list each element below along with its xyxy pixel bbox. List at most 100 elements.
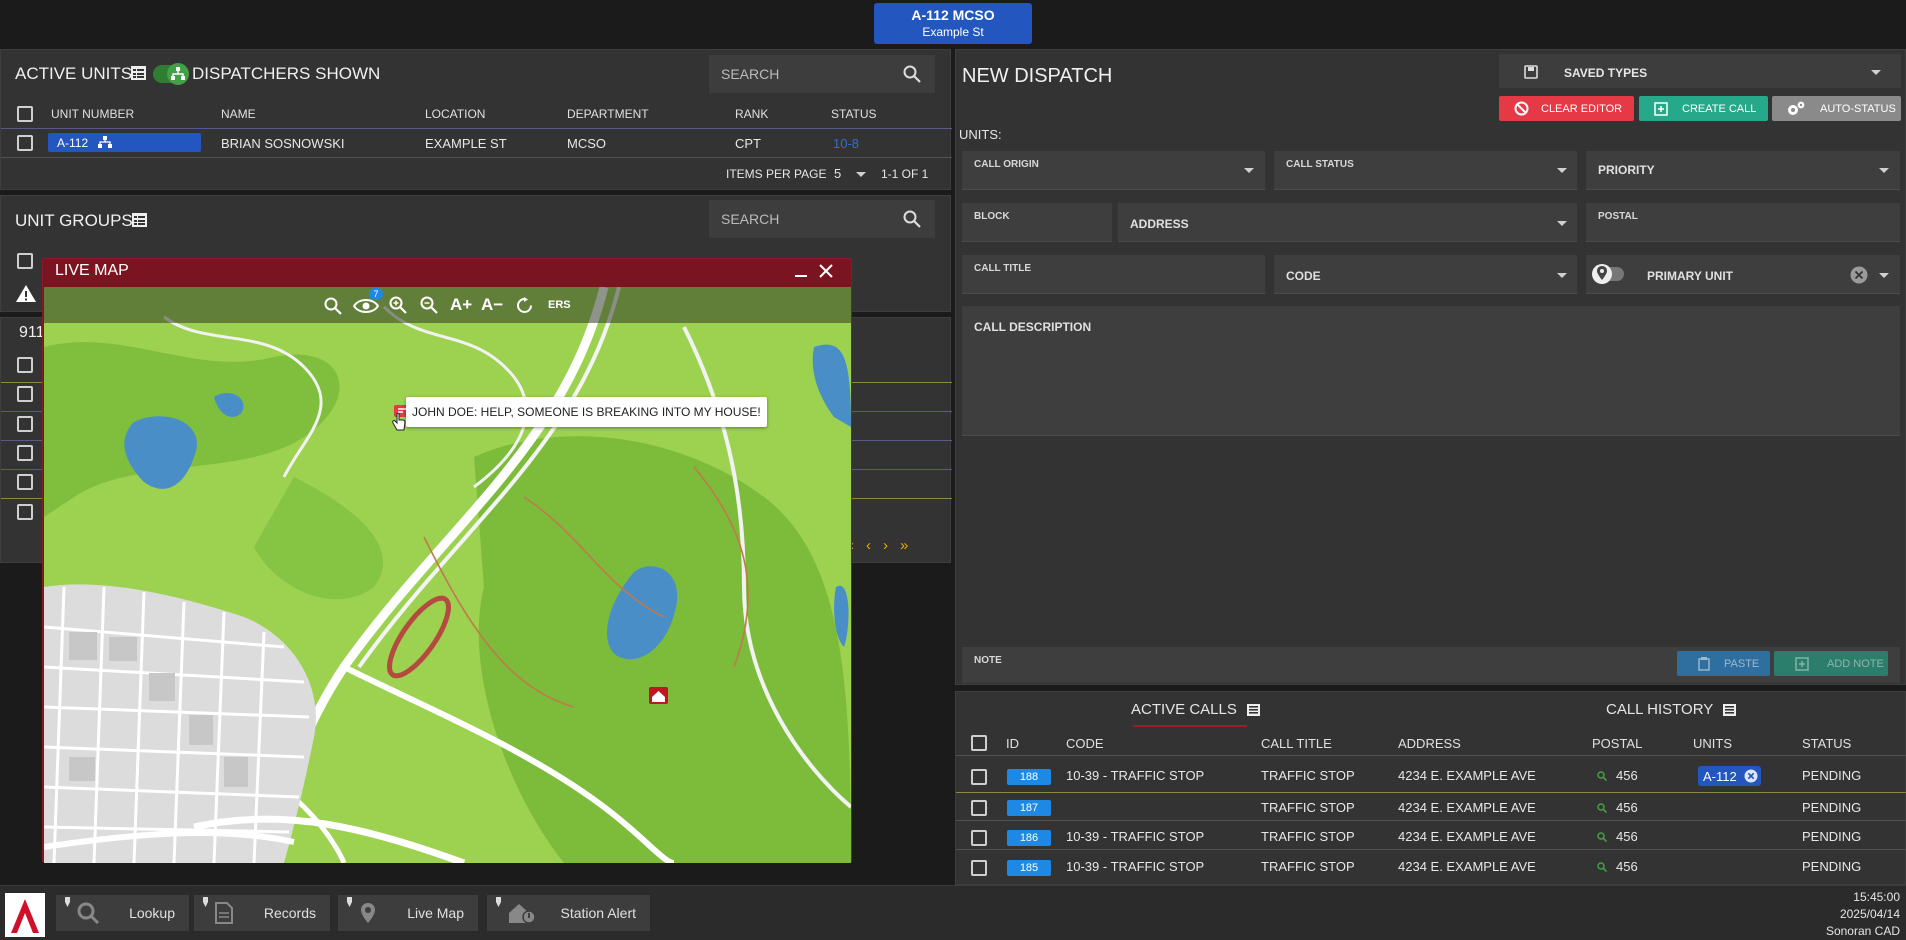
call-popup[interactable]: JOHN DOE: HELP, SOMEONE IS BREAKING INTO… xyxy=(406,397,767,427)
call-origin-select[interactable]: CALL ORIGIN xyxy=(962,151,1265,190)
unit-status[interactable]: 10-8 xyxy=(833,136,859,151)
unit-chip[interactable]: A-112 xyxy=(48,133,201,152)
search-icon[interactable] xyxy=(1597,771,1607,781)
row-checkbox[interactable] xyxy=(17,474,33,490)
search-icon[interactable] xyxy=(903,210,921,228)
search-icon[interactable] xyxy=(903,65,921,83)
col-name[interactable]: NAME xyxy=(221,107,256,121)
row-checkbox[interactable] xyxy=(17,386,33,402)
row-checkbox[interactable] xyxy=(971,830,987,846)
clear-editor-button[interactable]: CLEAR EDITOR xyxy=(1499,96,1634,121)
search-icon[interactable] xyxy=(324,297,342,315)
ers-label[interactable]: ERS xyxy=(548,299,571,311)
taskbar-station-alert[interactable]: Station Alert xyxy=(487,895,650,931)
col-id[interactable]: ID xyxy=(1006,736,1019,751)
dispatchers-toggle[interactable] xyxy=(153,63,189,85)
map-terrain[interactable] xyxy=(44,287,851,863)
row-checkbox[interactable] xyxy=(17,416,33,432)
add-note-button[interactable]: ADD NOTE xyxy=(1774,651,1888,676)
paste-button[interactable]: PASTE xyxy=(1677,651,1770,676)
code-select[interactable]: CODE xyxy=(1274,255,1577,294)
call-id-badge[interactable]: 185 xyxy=(1007,860,1051,876)
close-icon[interactable] xyxy=(819,264,833,278)
font-increase-icon[interactable]: A+ xyxy=(450,295,472,315)
row-checkbox[interactable] xyxy=(971,800,987,816)
row-checkbox[interactable] xyxy=(17,357,33,373)
block-input[interactable]: BLOCK xyxy=(962,203,1112,242)
search-icon[interactable] xyxy=(1597,803,1607,813)
row-checkbox[interactable] xyxy=(971,769,987,785)
col-code[interactable]: CODE xyxy=(1066,736,1104,751)
select-all-checkbox[interactable] xyxy=(17,106,33,122)
col-department[interactable]: DEPARTMENT xyxy=(567,107,649,121)
chevron-down-icon[interactable] xyxy=(856,172,866,177)
saved-types-label: SAVED TYPES xyxy=(1564,66,1648,80)
map-canvas[interactable]: 7 A+ A− ERS JOHN DOE: HELP, SOMEONE IS B… xyxy=(44,287,851,863)
col-unit-number[interactable]: UNIT NUMBER xyxy=(51,107,134,121)
address-select[interactable]: ADDRESS xyxy=(1118,203,1577,242)
col-units[interactable]: UNITS xyxy=(1693,736,1732,751)
tab-active-calls[interactable]: ACTIVE CALLS xyxy=(1131,701,1261,718)
unit-chip[interactable]: A-112 xyxy=(1698,766,1761,786)
row-checkbox[interactable] xyxy=(17,445,33,461)
saved-types-select[interactable]: SAVED TYPES xyxy=(1499,54,1901,88)
items-per-page-select[interactable]: 5 xyxy=(834,166,841,181)
tab-call-history[interactable]: CALL HISTORY xyxy=(1606,701,1737,718)
search-icon[interactable] xyxy=(1597,862,1607,872)
col-postal[interactable]: POSTAL xyxy=(1592,736,1642,751)
search-placeholder: SEARCH xyxy=(721,66,780,82)
call-status: PENDING xyxy=(1802,800,1862,815)
primary-unit-select[interactable]: PRIMARY UNIT xyxy=(1586,255,1900,294)
sonoran-logo-icon[interactable] xyxy=(5,893,45,937)
auto-status-button[interactable]: AUTO-STATUS xyxy=(1772,96,1901,121)
select-all-checkbox[interactable] xyxy=(971,735,987,751)
row-checkbox[interactable] xyxy=(971,860,987,876)
active-units-search[interactable]: SEARCH xyxy=(709,55,935,93)
station-alert-icon xyxy=(509,904,536,924)
pin-icon[interactable] xyxy=(64,897,71,907)
live-map-window[interactable]: LIVE MAP 7 A+ A− ERS JOHN DOE: HELP, SOM… xyxy=(42,258,852,863)
call-id-badge[interactable]: 188 xyxy=(1007,769,1051,785)
row-checkbox[interactable] xyxy=(17,504,33,520)
col-address[interactable]: ADDRESS xyxy=(1398,736,1461,751)
zoom-in-icon[interactable] xyxy=(389,296,407,314)
pagination-controls[interactable]: ‹‹›» xyxy=(849,537,920,554)
call-status-select[interactable]: CALL STATUS xyxy=(1274,151,1577,190)
col-status[interactable]: STATUS xyxy=(1802,736,1851,751)
close-icon[interactable] xyxy=(1744,769,1758,783)
postal-input[interactable]: POSTAL xyxy=(1586,203,1900,242)
col-status[interactable]: STATUS xyxy=(831,107,877,121)
app-name: Sonoran CAD xyxy=(1825,924,1900,938)
list-icon[interactable] xyxy=(132,213,147,227)
unit-groups-search[interactable]: SEARCH xyxy=(709,200,935,238)
row-checkbox[interactable] xyxy=(17,135,33,151)
current-unit-badge[interactable]: A-112 MCSO Example St xyxy=(874,3,1032,44)
col-call-title[interactable]: CALL TITLE xyxy=(1261,736,1332,751)
call-id-badge[interactable]: 186 xyxy=(1007,830,1051,846)
taskbar-lookup[interactable]: Lookup xyxy=(56,895,189,931)
zoom-out-icon[interactable] xyxy=(420,296,438,314)
col-location[interactable]: LOCATION xyxy=(425,107,485,121)
list-icon[interactable] xyxy=(131,66,146,80)
font-decrease-icon[interactable]: A− xyxy=(481,295,503,315)
unit-number: A-112 xyxy=(57,136,89,150)
search-icon[interactable] xyxy=(1597,832,1607,842)
unit-department: MCSO xyxy=(567,136,606,151)
col-rank[interactable]: RANK xyxy=(735,107,768,121)
select-all-checkbox[interactable] xyxy=(17,253,33,269)
create-call-button[interactable]: CREATE CALL xyxy=(1639,96,1768,121)
pin-icon[interactable] xyxy=(202,897,209,907)
taskbar-records[interactable]: Records xyxy=(194,895,330,931)
taskbar-live-map[interactable]: Live Map xyxy=(338,895,478,931)
priority-select[interactable]: PRIORITY xyxy=(1586,151,1900,190)
clear-icon[interactable] xyxy=(1850,266,1868,284)
pin-icon[interactable] xyxy=(495,897,502,907)
calls-911-title: 911 xyxy=(19,324,45,341)
call-description-textarea[interactable]: CALL DESCRIPTION xyxy=(962,306,1900,436)
pin-icon[interactable] xyxy=(346,897,353,907)
refresh-icon[interactable] xyxy=(516,297,533,314)
call-title-input[interactable]: CALL TITLE xyxy=(962,255,1265,294)
call-id-badge[interactable]: 187 xyxy=(1007,800,1051,816)
primary-unit-toggle[interactable] xyxy=(1592,264,1624,284)
minimize-icon[interactable] xyxy=(795,259,807,277)
